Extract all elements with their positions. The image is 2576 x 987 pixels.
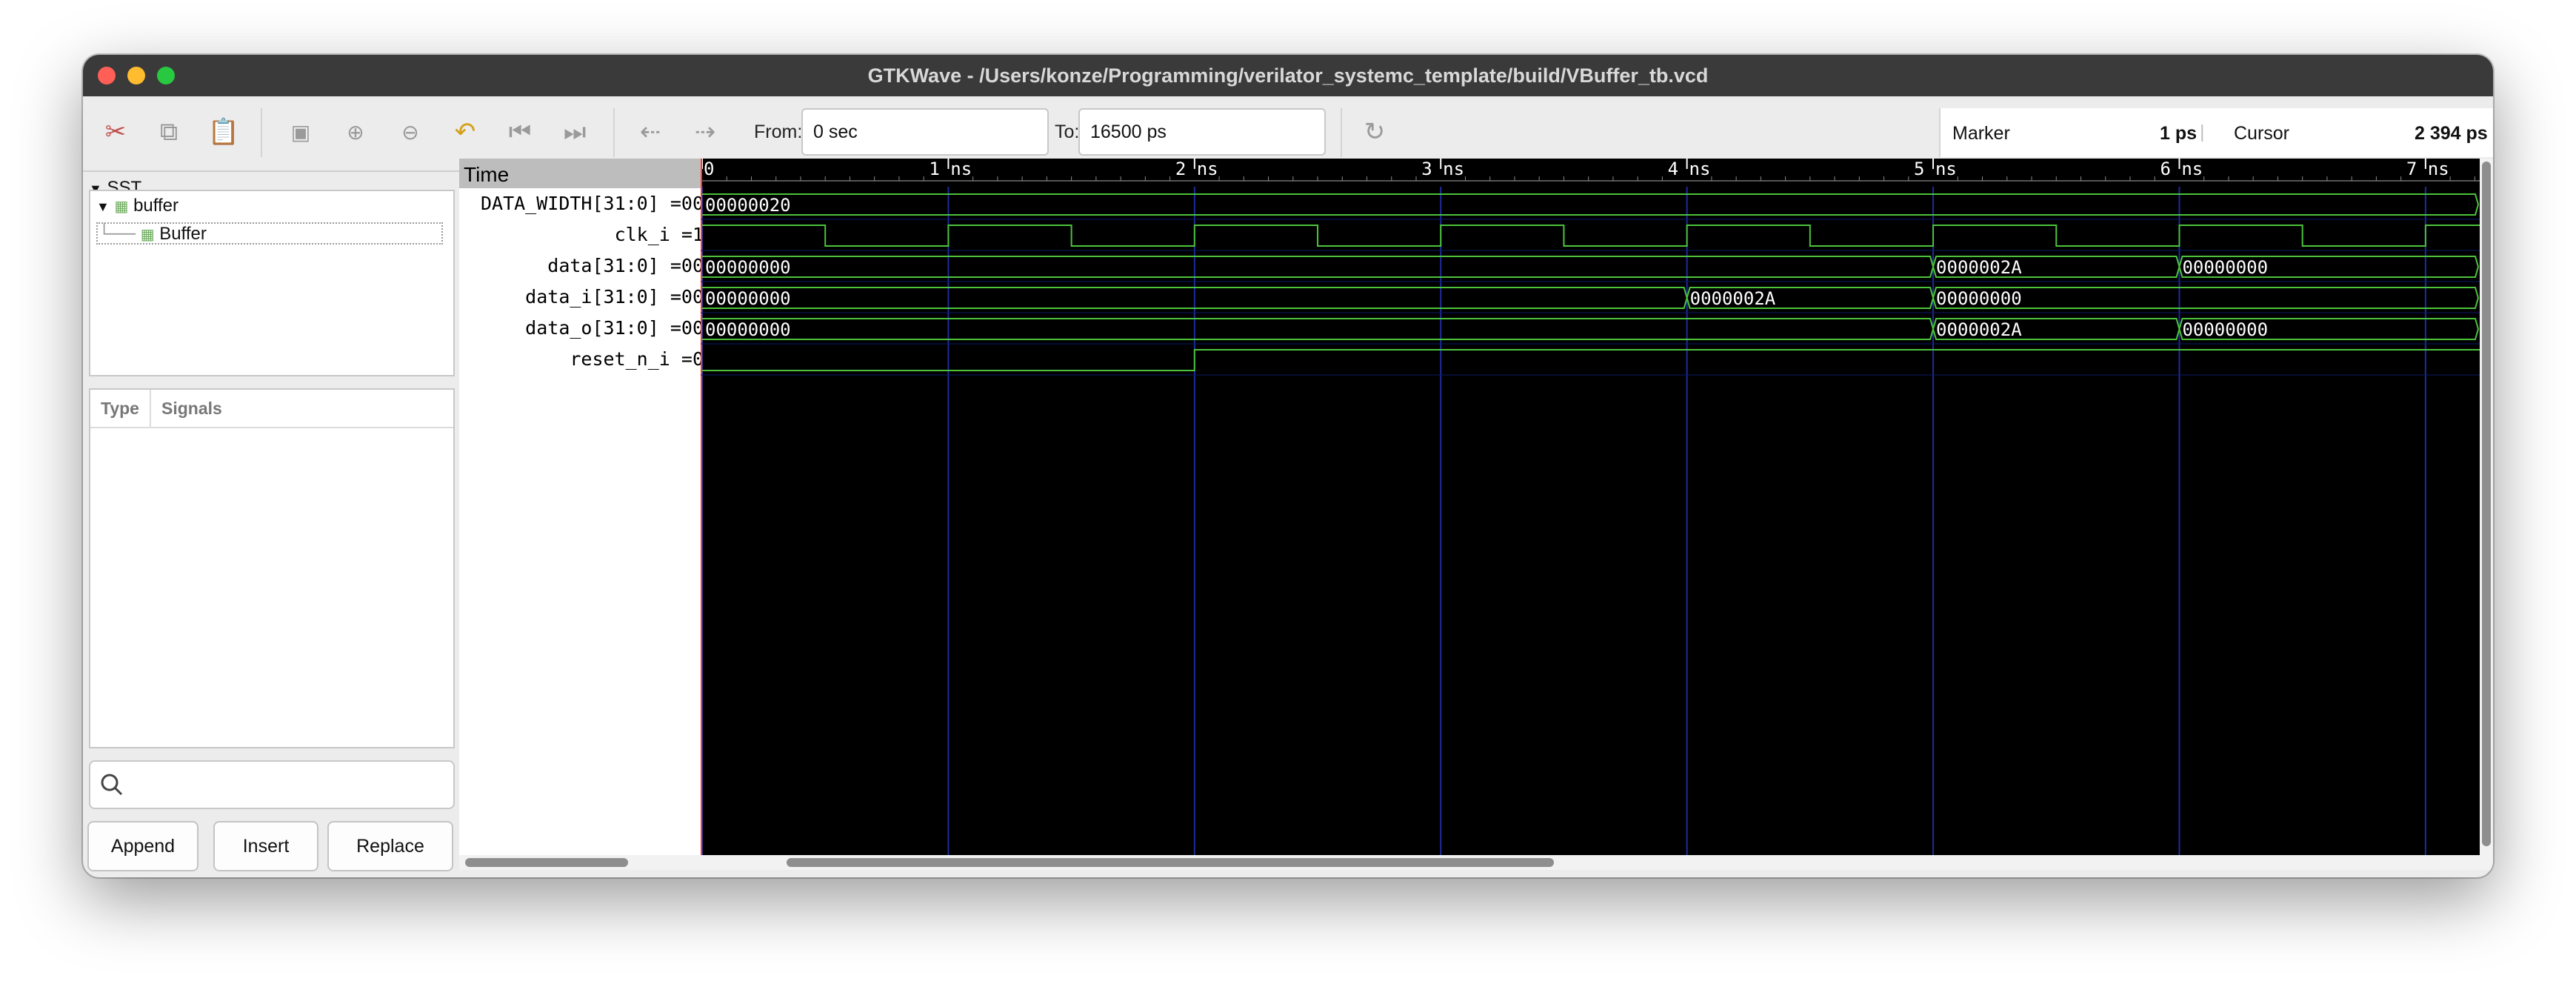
time-tick-label: 3 ns bbox=[1421, 159, 1464, 179]
time-tick-label: 5 ns bbox=[1914, 159, 1957, 179]
bus-value-label: 00000000 bbox=[1936, 288, 2022, 309]
marker-value: 1 ps bbox=[2160, 123, 2198, 144]
signals-list-panel: Type Signals bbox=[89, 388, 455, 748]
cut-icon[interactable]: ✂ bbox=[98, 114, 133, 150]
cursor-label: Cursor bbox=[2234, 123, 2290, 144]
minimize-window-button[interactable] bbox=[127, 67, 145, 84]
time-tick-label: 0 bbox=[704, 159, 714, 179]
bus-value-label: 0000002A bbox=[1690, 288, 1776, 309]
scrollbar-thumb[interactable] bbox=[787, 858, 1554, 867]
signal-name: reset_n_i =0 bbox=[570, 348, 704, 370]
zoom-in-icon[interactable]: ⊕ bbox=[338, 114, 373, 150]
toolbar-divider bbox=[1341, 108, 1342, 157]
prev-edge-icon[interactable]: ⇠ bbox=[633, 114, 668, 150]
append-button[interactable]: Append bbox=[87, 821, 198, 871]
tree-item-buffer[interactable]: ▼ ▦ buffer bbox=[96, 196, 178, 216]
copy-icon[interactable]: ⧉ bbox=[151, 114, 187, 150]
waveform-viewer[interactable]: 0 1 ns 2 ns 3 ns 4 ns 5 ns 6 ns 7 ns 00000020 000… bbox=[701, 159, 2480, 855]
sst-tree: ▼ ▦ buffer └── ▦ Buffer bbox=[89, 190, 455, 376]
bit-waveform bbox=[702, 225, 2480, 247]
bus-value-label: 0000002A bbox=[1936, 319, 2022, 340]
bus-value-label: 0000002A bbox=[1936, 257, 2022, 278]
time-tick-label: 1 ns bbox=[929, 159, 972, 179]
signal-search-input[interactable] bbox=[89, 760, 455, 809]
wave-horizontal-scrollbar[interactable] bbox=[701, 855, 2493, 870]
signals-list-header: Type Signals bbox=[90, 390, 453, 428]
time-tick-label: 2 ns bbox=[1175, 159, 1218, 179]
signal-name: DATA_WIDTH[31:0] =00 bbox=[480, 193, 704, 214]
vertical-scrollbar[interactable] bbox=[2480, 159, 2493, 855]
signal-row[interactable]: reset_n_i =0 bbox=[459, 344, 704, 375]
module-icon: ▦ bbox=[114, 199, 129, 215]
bus-segment bbox=[702, 318, 1935, 340]
marker-label: Marker bbox=[1952, 123, 2010, 144]
title-bar: GTKWave - /Users/konze/Programming/veril… bbox=[83, 55, 2493, 96]
to-label: To: bbox=[1055, 122, 1080, 142]
signal-row[interactable]: DATA_WIDTH[31:0] =00 bbox=[459, 188, 704, 219]
scrollbar-thumb[interactable] bbox=[2482, 162, 2491, 846]
chevron-down-icon[interactable]: ▼ bbox=[96, 199, 110, 214]
display-divider: | bbox=[2200, 122, 2205, 142]
column-type[interactable]: Type bbox=[101, 399, 139, 419]
undo-icon[interactable]: ↶ bbox=[447, 114, 483, 150]
bus-value-label: 00000000 bbox=[705, 257, 791, 278]
tree-item-buffer-module[interactable]: └── ▦ Buffer bbox=[96, 222, 443, 245]
window-title: GTKWave - /Users/konze/Programming/veril… bbox=[867, 64, 1709, 87]
from-label: From: bbox=[754, 122, 803, 142]
zoom-fit-icon[interactable]: ▣ bbox=[283, 114, 318, 150]
time-tick-label: 4 ns bbox=[1668, 159, 1711, 179]
to-time-input[interactable]: 16500 ps bbox=[1078, 108, 1326, 156]
column-signals[interactable]: Signals bbox=[161, 399, 222, 419]
module-icon: ▦ bbox=[140, 227, 155, 243]
signal-names-panel: Time DATA_WIDTH[31:0] =00 clk_i =1 data[… bbox=[459, 159, 705, 870]
bus-segment bbox=[702, 193, 2480, 216]
toolbar-divider bbox=[261, 108, 262, 157]
search-icon bbox=[101, 774, 123, 796]
signal-row[interactable]: clk_i =1 bbox=[459, 219, 704, 250]
zoom-out-icon[interactable]: ⊖ bbox=[393, 114, 428, 150]
tree-item-label: Buffer bbox=[159, 224, 207, 244]
bus-segment bbox=[702, 256, 1935, 278]
from-time-input[interactable]: 0 sec bbox=[801, 108, 1049, 156]
signal-name: clk_i =1 bbox=[614, 224, 704, 245]
bus-value-label: 00000000 bbox=[2182, 257, 2268, 278]
bus-value-label: 00000000 bbox=[2182, 319, 2268, 340]
column-divider bbox=[150, 390, 151, 427]
reload-icon[interactable]: ↻ bbox=[1357, 114, 1392, 150]
toolbar-divider bbox=[613, 108, 615, 157]
jump-end-icon[interactable]: ⏭ bbox=[557, 114, 593, 150]
bus-value-label: 00000020 bbox=[705, 195, 791, 216]
time-tick-label: 6 ns bbox=[2160, 159, 2203, 179]
close-window-button[interactable] bbox=[98, 67, 116, 84]
tree-item-label: buffer bbox=[133, 196, 179, 216]
replace-button[interactable]: Replace bbox=[327, 821, 453, 871]
signal-row[interactable]: data[31:0] =00 bbox=[459, 250, 704, 282]
next-edge-icon[interactable]: ⇢ bbox=[687, 114, 723, 150]
time-tick-label: 7 ns bbox=[2406, 159, 2449, 179]
signal-name: data_o[31:0] =00 bbox=[525, 317, 704, 339]
signal-row[interactable]: data_o[31:0] =00 bbox=[459, 313, 704, 344]
scrollbar-thumb[interactable] bbox=[465, 858, 628, 867]
bus-value-label: 00000000 bbox=[705, 319, 791, 340]
names-horizontal-scrollbar[interactable] bbox=[459, 855, 701, 870]
bit-waveform bbox=[702, 349, 2480, 371]
jump-start-icon[interactable]: ⏮ bbox=[502, 114, 538, 150]
insert-button[interactable]: Insert bbox=[213, 821, 318, 871]
waveform-canvas[interactable]: 0 1 ns 2 ns 3 ns 4 ns 5 ns 6 ns 7 ns 00000020 000… bbox=[701, 159, 2480, 855]
paste-icon[interactable]: 📋 bbox=[206, 114, 241, 150]
cursor-value: 2 394 ps bbox=[2415, 123, 2488, 144]
tree-connector: └── bbox=[98, 224, 136, 244]
time-header: Time bbox=[459, 159, 704, 188]
marker-cursor-display: Marker 1 ps | Cursor 2 394 ps bbox=[1939, 108, 2493, 157]
maximize-window-button[interactable] bbox=[157, 67, 175, 84]
signal-row[interactable]: data_i[31:0] =00 bbox=[459, 282, 704, 313]
signal-name: data_i[31:0] =00 bbox=[525, 286, 704, 308]
gtkwave-window: GTKWave - /Users/konze/Programming/veril… bbox=[83, 55, 2493, 877]
bus-value-label: 00000000 bbox=[705, 288, 791, 309]
time-label: Time bbox=[464, 163, 510, 186]
signal-name: data[31:0] =00 bbox=[547, 255, 704, 276]
